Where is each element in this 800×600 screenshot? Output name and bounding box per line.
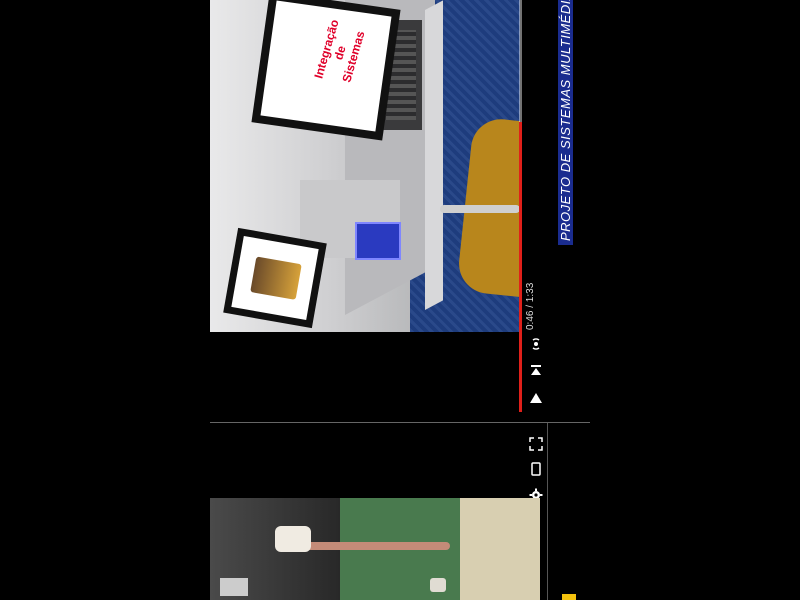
frame-divider [210,422,590,423]
yellow-marker [562,594,576,600]
desk-edge [425,0,443,311]
monitor-logo [223,227,327,329]
bench [220,578,248,596]
monitor-integracao: Integração de Sistemas [251,0,401,141]
monitor-logo-screen [231,235,319,321]
progress-track-remaining[interactable] [519,0,522,122]
phone-icon[interactable] [529,462,543,476]
frame-divider-vertical [547,423,548,600]
street-lamp-head [275,526,311,552]
chair-armrest [440,205,520,213]
play-icon[interactable] [529,391,543,405]
street-lamp-small [430,578,446,592]
video-frame-bottom[interactable] [210,498,540,600]
monitor-text: Integração de Sistemas [306,0,374,107]
logo-image [250,256,302,300]
progress-bar-played[interactable] [519,122,522,412]
fullscreen-icon[interactable] [529,437,543,451]
broadcast-icon[interactable] [529,337,543,351]
skip-icon[interactable] [529,363,543,377]
monitor-screen: Integração de Sistemas [260,0,392,132]
street-path [460,498,540,600]
blue-device [355,222,401,260]
time-display: 0:46 / 1:33 [525,282,536,330]
video-title-overlay: PROJETO DE SISTEMAS MULTIMÉDIA [558,0,573,245]
video-frame-top[interactable]: Integração de Sistemas [210,0,520,332]
street-lamp-pole [300,542,450,550]
